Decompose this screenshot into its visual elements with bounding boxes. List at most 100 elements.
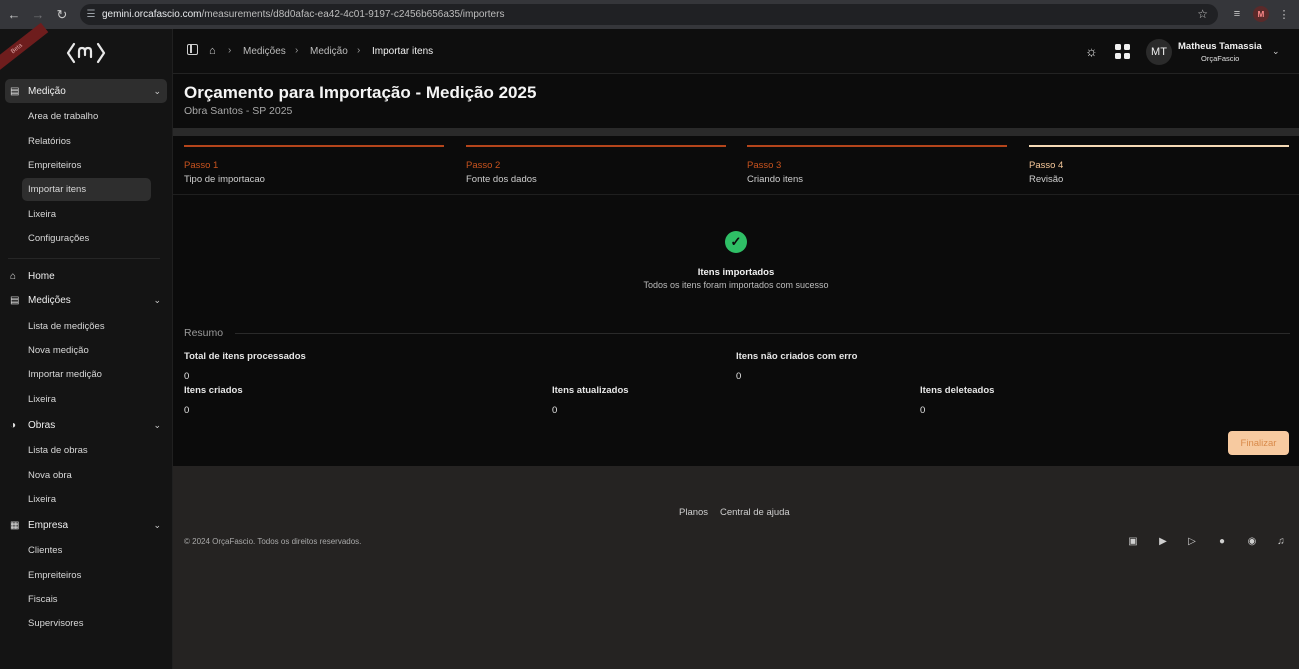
nav-item-importar-itens[interactable]: Importar itens	[22, 178, 151, 201]
chevron-down-icon: ⌄	[153, 294, 161, 305]
back-icon[interactable]: ←	[4, 5, 24, 25]
bookmark-star-icon[interactable]: ☆	[1197, 7, 1208, 21]
summary-divider	[235, 333, 1290, 334]
document-icon: ▤	[10, 85, 20, 97]
nav-group-label: Medição	[28, 85, 66, 97]
step-number: Passo 4	[1029, 160, 1064, 171]
nav-item-empreiteiros[interactable]: Empreiteiros	[22, 564, 151, 587]
nav-item-lista-de-obras[interactable]: Lista de obras	[22, 439, 151, 462]
tiktok-icon[interactable]: ♫	[1275, 535, 1287, 547]
step-progress-bar	[1029, 145, 1289, 147]
helmet-icon: ◑	[10, 419, 17, 431]
nav-item-nova-obra[interactable]: Nova obra	[22, 464, 151, 487]
orcafascio-logo[interactable]	[65, 41, 107, 65]
browser-toolbar: ← → ↻ ☰ gemini.orcafascio.com/measuremen…	[0, 0, 1299, 29]
step-label: Revisão	[1029, 174, 1064, 185]
nav-item-lixeira[interactable]: Lixeira	[22, 488, 151, 511]
chevron-down-icon: ⌄	[153, 85, 161, 96]
footer-link-planos[interactable]: Planos	[679, 507, 708, 518]
site-info-icon[interactable]: ☰	[80, 9, 102, 20]
step-progress-bar	[466, 145, 726, 147]
copyright-text: © 2024 OrçaFascio. Todos os direitos res…	[184, 537, 362, 546]
nav-group-medicao[interactable]: ▤ Medição ⌄	[5, 79, 167, 103]
nav-item-lixeira[interactable]: Lixeira	[22, 388, 151, 411]
step-label: Fonte dos dados	[466, 174, 537, 185]
user-name[interactable]: Matheus Tamassia	[1178, 41, 1262, 52]
step-number: Passo 3	[747, 160, 782, 171]
nav-item-relatorios[interactable]: Relatórios	[22, 130, 151, 153]
stat-total-label: Total de itens processados	[184, 351, 306, 362]
nav-group-label: Medições	[28, 294, 71, 306]
nav-group-label: Empresa	[28, 519, 69, 531]
chevron-right-icon: ›	[357, 45, 361, 56]
nav-group-medicoes[interactable]: ▤ Medições ⌄	[5, 288, 167, 312]
footer-link-central-de-ajuda[interactable]: Central de ajuda	[720, 507, 790, 518]
stat-deleted-value: 0	[920, 405, 926, 416]
play-store-icon[interactable]: ▶	[1157, 535, 1169, 547]
stat-deleted-label: Itens deleteados	[920, 385, 995, 396]
stat-errors-value: 0	[736, 371, 742, 382]
step-1: Passo 1 Tipo de importacao	[184, 145, 444, 185]
url-path: /measurements/d8d0afac-ea42-4c01-9197-c2…	[201, 9, 505, 20]
nav-group-empresa[interactable]: ▦ Empresa ⌄	[5, 513, 167, 537]
step-label: Tipo de importacao	[184, 174, 265, 185]
nav-item-supervisores[interactable]: Supervisores	[22, 612, 151, 635]
nav-item-clientes[interactable]: Clientes	[22, 539, 151, 562]
section-separator	[173, 128, 1299, 136]
step-label: Criando itens	[747, 174, 803, 185]
steps-divider	[173, 194, 1299, 195]
apps-grid-icon[interactable]	[1115, 44, 1130, 59]
nav-item-empreiteiros[interactable]: Empreiteiros	[22, 154, 151, 177]
media-control-icon[interactable]: ≡	[1229, 6, 1245, 22]
nav-item-importar-medicao[interactable]: Importar medição	[22, 363, 151, 386]
step-3: Passo 3 Criando itens	[747, 145, 1007, 185]
nav-item-configuracoes[interactable]: Configurações	[22, 227, 151, 250]
chevron-down-icon[interactable]: ⌄	[1272, 46, 1280, 57]
nav-group-obras[interactable]: ◑ Obras ⌄	[5, 413, 167, 437]
nav-item-lixeira[interactable]: Lixeira	[22, 203, 151, 226]
stat-created-label: Itens criados	[184, 385, 243, 396]
reload-icon[interactable]: ↻	[52, 5, 72, 25]
sidebar-toggle-icon[interactable]	[187, 44, 198, 55]
nav-group-label: Home	[28, 270, 55, 282]
nav-item-nova-medicao[interactable]: Nova medição	[22, 339, 151, 362]
import-wizard: Passo 1 Tipo de importacao Passo 2 Fonte…	[173, 136, 1299, 466]
step-4: Passo 4 Revisão	[1029, 145, 1289, 185]
finalize-button[interactable]: Finalizar	[1228, 431, 1289, 455]
page-header: Orçamento para Importação - Medição 2025…	[173, 74, 1299, 128]
profile-avatar[interactable]: M	[1253, 6, 1269, 22]
beta-ribbon: Beta	[0, 22, 49, 76]
url-host: gemini.orcafascio.com	[102, 9, 202, 20]
step-number: Passo 1	[184, 160, 219, 171]
page-title: Orçamento para Importação - Medição 2025	[184, 83, 537, 102]
browser-menu-icon[interactable]: ⋮	[1276, 6, 1292, 22]
summary-heading: Resumo	[184, 327, 224, 339]
stat-updated-label: Itens atualizados	[552, 385, 629, 396]
instagram-icon[interactable]: ◉	[1246, 535, 1258, 547]
chevron-right-icon: ›	[228, 45, 232, 56]
sun-icon[interactable]: ☼	[1085, 43, 1098, 59]
nav-item-area-de-trabalho[interactable]: Area de trabalho	[22, 105, 151, 128]
facebook-icon[interactable]: ●	[1216, 535, 1228, 547]
forward-icon[interactable]: →	[28, 5, 48, 25]
nav-item-fiscais[interactable]: Fiscais	[22, 588, 151, 611]
breadcrumb-medicao[interactable]: Medição	[310, 46, 348, 57]
breadcrumb-current: Importar itens	[372, 46, 434, 57]
sidebar-divider	[8, 258, 160, 259]
youtube-icon[interactable]: ▷	[1186, 535, 1198, 547]
address-bar[interactable]: ☰ gemini.orcafascio.com/measurements/d8d…	[80, 4, 1218, 25]
result-title: Itens importados	[697, 267, 775, 278]
building-icon: ▦	[10, 519, 20, 531]
nav-item-lista-de-medicoes[interactable]: Lista de medições	[22, 315, 151, 338]
step-2: Passo 2 Fonte dos dados	[466, 145, 726, 185]
nav-item-home[interactable]: ⌂ Home	[5, 264, 167, 288]
breadcrumb-home-icon[interactable]: ⌂	[209, 45, 216, 57]
chevron-down-icon: ⌄	[153, 519, 161, 530]
chevron-right-icon: ›	[295, 45, 299, 56]
step-progress-bar	[184, 145, 444, 147]
step-progress-bar	[747, 145, 1007, 147]
breadcrumb-medicoes[interactable]: Medições	[243, 46, 286, 57]
linkedin-icon[interactable]: ▣	[1127, 535, 1139, 547]
user-avatar[interactable]: MT	[1146, 39, 1172, 65]
stat-errors-label: Itens não criados com erro	[736, 351, 858, 362]
